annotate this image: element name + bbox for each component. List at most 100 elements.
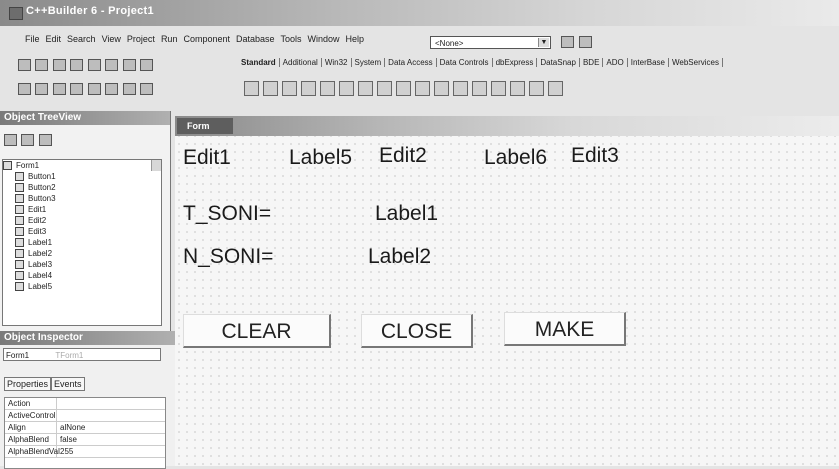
property-row[interactable]: Align alNone — [5, 422, 165, 434]
tree-item[interactable]: Edit1 — [3, 204, 161, 215]
label1-control[interactable]: Label1 — [375, 202, 438, 226]
menu-window[interactable]: Window — [305, 34, 343, 44]
run-icon[interactable] — [87, 83, 101, 95]
pause-icon[interactable] — [105, 83, 119, 95]
tree-item[interactable]: Label1 — [3, 237, 161, 248]
tab-webservices[interactable]: WebServices — [669, 58, 723, 67]
open-project-icon[interactable] — [87, 59, 101, 71]
treeview-toolbar — [4, 133, 52, 151]
label5-control[interactable]: Label5 — [289, 146, 352, 170]
save-all-icon[interactable] — [70, 59, 84, 71]
edit2-control[interactable]: Edit2 — [379, 144, 427, 168]
desktop-save-icon[interactable] — [561, 36, 574, 48]
tree-item[interactable]: Edit2 — [3, 215, 161, 226]
radiobutton-icon[interactable] — [415, 81, 430, 97]
menu-search[interactable]: Search — [64, 34, 99, 44]
tree-item[interactable]: Label2 — [3, 248, 161, 259]
listbox-icon[interactable] — [434, 81, 449, 97]
label2-control[interactable]: Label2 — [368, 245, 431, 269]
menu-help[interactable]: Help — [343, 34, 368, 44]
tree-item[interactable]: Button3 — [3, 193, 161, 204]
tab-properties[interactable]: Properties — [4, 377, 52, 391]
trace-into-icon[interactable] — [122, 83, 136, 95]
tree-item[interactable]: Label4 — [3, 270, 161, 281]
app-icon — [9, 7, 23, 20]
add-file-icon[interactable] — [105, 59, 119, 71]
menu-edit[interactable]: Edit — [43, 34, 65, 44]
chevron-down-icon[interactable]: ▼ — [538, 38, 549, 47]
tree-item[interactable]: Edit3 — [3, 226, 161, 237]
new-icon[interactable] — [18, 59, 31, 71]
new-form-icon[interactable] — [70, 83, 84, 95]
actionlist-icon[interactable] — [548, 81, 563, 97]
help-icon[interactable] — [140, 59, 154, 71]
groupbox-icon[interactable] — [491, 81, 506, 97]
property-row[interactable]: ActiveControl — [5, 410, 165, 422]
property-row[interactable]: AlphaBlendVal255 — [5, 446, 165, 458]
tree-item[interactable]: Button1 — [3, 171, 161, 182]
open-icon[interactable] — [35, 59, 49, 71]
scrollbar-icon[interactable] — [472, 81, 487, 97]
tab-events[interactable]: Events — [51, 377, 85, 391]
property-row[interactable]: AlphaBlend false — [5, 434, 165, 446]
tab-data-access[interactable]: Data Access — [385, 58, 437, 67]
radiogroup-icon[interactable] — [510, 81, 525, 97]
n-soni-label[interactable]: N_SONI= — [183, 245, 273, 269]
close-button[interactable]: CLOSE — [361, 314, 473, 348]
t-soni-label[interactable]: T_SONI= — [183, 202, 271, 226]
label-icon[interactable] — [320, 81, 335, 97]
desktop-layout-combo[interactable]: <None> ▼ — [430, 36, 551, 49]
combobox-icon[interactable] — [453, 81, 468, 97]
inspector-object-selector[interactable]: Form1 TForm1 — [3, 348, 161, 361]
checkbox-icon[interactable] — [396, 81, 411, 97]
view-unit-icon[interactable] — [18, 83, 31, 95]
tab-win32[interactable]: Win32 — [322, 58, 352, 67]
menu-run[interactable]: Run — [158, 34, 181, 44]
edit3-control[interactable]: Edit3 — [571, 144, 619, 168]
step-over-icon[interactable] — [140, 83, 154, 95]
tab-standard[interactable]: Standard — [238, 58, 280, 67]
treeview-up-icon[interactable] — [21, 134, 35, 146]
button-icon[interactable] — [377, 81, 392, 97]
mainmenu-icon[interactable] — [282, 81, 297, 97]
pointer-icon[interactable] — [244, 81, 259, 97]
toggle-form-unit-icon[interactable] — [52, 83, 66, 95]
view-form-icon[interactable] — [35, 83, 49, 95]
tab-additional[interactable]: Additional — [280, 58, 322, 67]
frame-icon[interactable] — [263, 81, 278, 97]
tab-bde[interactable]: BDE — [580, 58, 604, 67]
menu-project[interactable]: Project — [124, 34, 158, 44]
edit1-control[interactable]: Edit1 — [183, 146, 231, 170]
memo-icon[interactable] — [358, 81, 373, 97]
tree-item[interactable]: Label3 — [3, 259, 161, 270]
form-designer[interactable]: Form Edit1 Label5 Edit2 Label6 Edit3 T_S… — [175, 116, 839, 466]
treeview-down-icon[interactable] — [38, 134, 52, 146]
tab-datasnap[interactable]: DataSnap — [537, 58, 580, 67]
tab-interbase[interactable]: InterBase — [628, 58, 669, 67]
menu-component[interactable]: Component — [180, 34, 233, 44]
desktop-set-icon[interactable] — [579, 36, 592, 48]
component-icon — [15, 172, 24, 182]
tree-item[interactable]: Button2 — [3, 182, 161, 193]
tab-system[interactable]: System — [352, 58, 386, 67]
tree-item[interactable]: Form1 — [3, 160, 161, 171]
edit-icon[interactable] — [339, 81, 354, 97]
tree-scrollbar[interactable] — [151, 160, 161, 171]
menu-database[interactable]: Database — [233, 34, 278, 44]
panel-icon[interactable] — [529, 81, 544, 97]
tree-item[interactable]: Label5 — [3, 281, 161, 292]
tab-ado[interactable]: ADO — [603, 58, 628, 67]
label6-control[interactable]: Label6 — [484, 146, 547, 170]
tab-data-controls[interactable]: Data Controls — [437, 58, 493, 67]
make-button[interactable]: MAKE — [504, 312, 626, 346]
menu-tools[interactable]: Tools — [278, 34, 305, 44]
menu-view[interactable]: View — [99, 34, 124, 44]
menu-file[interactable]: File — [22, 34, 43, 44]
property-row[interactable]: Action — [5, 398, 165, 410]
save-icon[interactable] — [52, 59, 66, 71]
popupmenu-icon[interactable] — [301, 81, 316, 97]
tab-dbexpress[interactable]: dbExpress — [493, 58, 538, 67]
remove-file-icon[interactable] — [122, 59, 136, 71]
clear-button[interactable]: CLEAR — [183, 314, 331, 348]
treeview-delete-icon[interactable] — [4, 134, 17, 146]
